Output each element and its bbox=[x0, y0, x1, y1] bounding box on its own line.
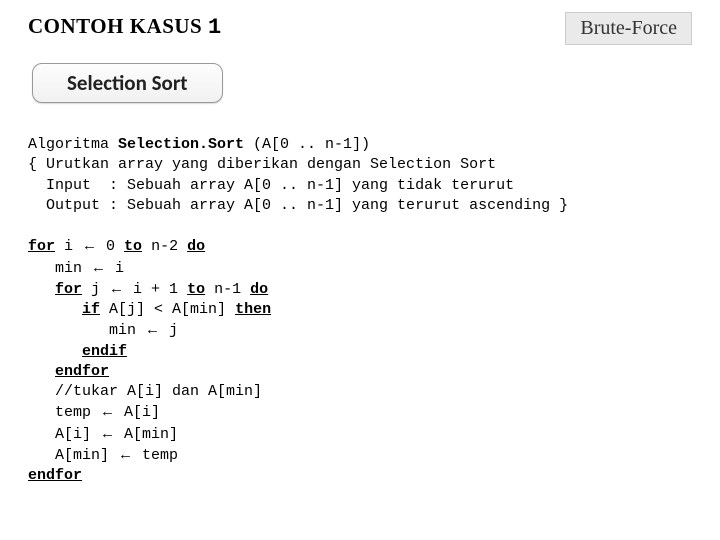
pseudo-line-9: temp ← A[i] bbox=[28, 404, 160, 421]
header-row: CONTOH KASUS 1 Brute-Force bbox=[28, 14, 692, 45]
title-prefix: CONTOH KASUS bbox=[28, 14, 208, 38]
algo-line-4: Output : Sebuah array A[0 .. n-1] yang t… bbox=[28, 197, 568, 214]
pseudo-line-4: if A[j] < A[min] then bbox=[28, 301, 271, 318]
slide-title: CONTOH KASUS 1 bbox=[28, 14, 221, 40]
pseudo-line-12: endfor bbox=[28, 467, 82, 484]
slide: CONTOH KASUS 1 Brute-Force Selection Sor… bbox=[0, 0, 720, 540]
title-number: 1 bbox=[208, 15, 221, 40]
pseudo-line-6: endif bbox=[28, 343, 127, 360]
pseudo-line-5: min ← j bbox=[28, 322, 178, 339]
pseudo-line-3: for j ← i + 1 to n-1 do bbox=[28, 281, 268, 298]
pseudo-line-8: //tukar A[i] dan A[min] bbox=[28, 383, 262, 400]
algo-line-1: Algoritma Selection.Sort (A[0 .. n-1]) bbox=[28, 136, 370, 153]
category-badge: Brute-Force bbox=[565, 12, 692, 45]
algo-line-3: Input : Sebuah array A[0 .. n-1] yang ti… bbox=[28, 177, 514, 194]
pseudo-line-7: endfor bbox=[28, 363, 109, 380]
algorithm-block: Algoritma Selection.Sort (A[0 .. n-1]) {… bbox=[28, 135, 692, 486]
pseudo-line-11: A[min] ← temp bbox=[28, 447, 178, 464]
pseudo-line-10: A[i] ← A[min] bbox=[28, 426, 178, 443]
pseudo-line-2: min ← i bbox=[28, 260, 124, 277]
section-subheader: Selection Sort bbox=[32, 63, 223, 103]
pseudo-line-1: for i ← 0 to n-2 do bbox=[28, 238, 205, 255]
algo-line-2: { Urutkan array yang diberikan dengan Se… bbox=[28, 156, 496, 173]
